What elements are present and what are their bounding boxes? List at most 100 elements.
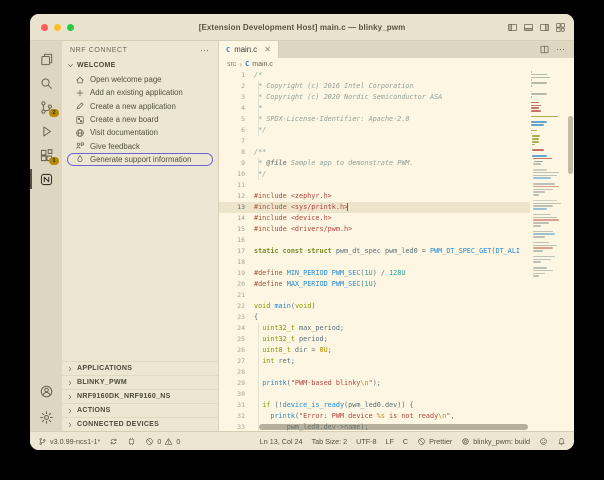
line-number[interactable]: 33 (219, 422, 254, 431)
code-line-content[interactable]: */ (254, 125, 530, 136)
code-line-content[interactable] (254, 389, 530, 400)
activity-item-source-control[interactable]: 2 (30, 95, 62, 119)
breadcrumb-folder[interactable]: src (227, 61, 236, 68)
line-number[interactable]: 2 (219, 81, 254, 92)
line-number[interactable]: 31 (219, 400, 254, 411)
line-number[interactable]: 9 (219, 158, 254, 169)
line-number[interactable]: 6 (219, 125, 254, 136)
line-number[interactable]: 25 (219, 334, 254, 345)
minimize-window-button[interactable] (54, 23, 61, 31)
code-line-content[interactable]: #include <device.h> (254, 213, 530, 224)
activity-item-run-and-debug[interactable] (30, 119, 62, 143)
code-line-content[interactable]: void main(void) (254, 301, 530, 312)
code-line-content[interactable]: uint32_t max_period; (254, 323, 530, 334)
line-number[interactable]: 26 (219, 345, 254, 356)
welcome-item-open-welcome-page[interactable]: Open welcome page (62, 73, 218, 86)
status-notifications[interactable] (557, 437, 566, 446)
section-nrf9160dk-nrf9160-ns[interactable]: NRF9160DK_NRF9160_NS (62, 389, 218, 403)
line-number[interactable]: 4 (219, 103, 254, 114)
code-line-content[interactable]: #include <drivers/pwm.h> (254, 224, 530, 235)
code-line-content[interactable]: * SPDX-License-Identifier: Apache-2.0 (254, 114, 530, 125)
split-editor-icon[interactable] (539, 44, 550, 55)
line-number[interactable]: 12 (219, 191, 254, 202)
line-number[interactable]: 1 (219, 70, 254, 81)
code-line-content[interactable]: /** (254, 147, 530, 158)
close-window-button[interactable] (41, 23, 48, 31)
welcome-item-generate-support-information[interactable]: Generate support information (62, 152, 218, 167)
line-number[interactable]: 15 (219, 224, 254, 235)
customize-layout-icon[interactable] (555, 22, 566, 33)
code-line-content[interactable]: if (!device_is_ready(pwm_led0.dev)) { (254, 400, 530, 411)
status-git-branch[interactable]: v3.0.99-ncs1-1* (38, 437, 100, 446)
welcome-section-header[interactable]: WELCOME (62, 59, 218, 72)
line-number[interactable]: 29 (219, 378, 254, 389)
code-line-content[interactable]: #include <zephyr.h> (254, 191, 530, 202)
code-line-content[interactable]: int ret; (254, 356, 530, 367)
code-line-content[interactable]: * Copyright (c) 2016 Intel Corporation (254, 81, 530, 92)
line-number[interactable]: 23 (219, 312, 254, 323)
code-line-content[interactable] (254, 235, 530, 246)
code-line-content[interactable]: #define MIN_PERIOD PWM_SEC(1U) / 128U (254, 268, 530, 279)
line-number[interactable]: 7 (219, 136, 254, 147)
welcome-item-add-an-existing-application[interactable]: Add an existing application (62, 86, 218, 99)
code-line-content[interactable]: uint8_t dir = 0U; (254, 345, 530, 356)
zoom-window-button[interactable] (67, 23, 74, 31)
section-actions[interactable]: ACTIONS (62, 403, 218, 417)
code-editor[interactable]: 1/* 2 * Copyright (c) 2016 Intel Corporat… (219, 70, 574, 431)
status-problems[interactable]: 00 (145, 437, 180, 446)
tab-main-c[interactable]: C main.c ✕ (219, 41, 279, 58)
line-number[interactable]: 22 (219, 301, 254, 312)
sidebar-more-actions-icon[interactable]: ⋯ (200, 45, 210, 56)
breadcrumb-file[interactable]: main.c (252, 61, 273, 68)
code-line-content[interactable]: { (254, 312, 530, 323)
status-feedback[interactable] (539, 437, 548, 446)
line-number[interactable]: 5 (219, 114, 254, 125)
editor-more-actions-icon[interactable]: ⋯ (556, 44, 566, 55)
code-line-content[interactable]: #define MAX_PERIOD PWM_SEC(1U) (254, 279, 530, 290)
code-line-content[interactable]: * (254, 103, 530, 114)
activity-item-explorer[interactable] (30, 47, 62, 71)
code-line-content[interactable] (254, 257, 530, 268)
line-number[interactable]: 20 (219, 279, 254, 290)
section-blinky-pwm[interactable]: BLINKY_PWM (62, 375, 218, 389)
status-build-task[interactable]: blinky_pwm: build (461, 437, 530, 446)
code-line-content[interactable] (254, 290, 530, 301)
status-debug-probe[interactable] (127, 437, 136, 446)
status-indentation[interactable]: Tab Size: 2 (312, 437, 348, 446)
line-number[interactable]: 21 (219, 290, 254, 301)
section-connected-devices[interactable]: CONNECTED DEVICES (62, 417, 218, 431)
toggle-secondary-sidebar-icon[interactable] (539, 22, 550, 33)
line-number[interactable]: 27 (219, 356, 254, 367)
line-number[interactable]: 8 (219, 147, 254, 158)
section-applications[interactable]: APPLICATIONS (62, 361, 218, 375)
welcome-item-give-feedback[interactable]: Give feedback (62, 139, 218, 152)
line-number[interactable]: 24 (219, 323, 254, 334)
line-number[interactable]: 10 (219, 169, 254, 180)
code-line-content[interactable]: * @file Sample app to demonstrate PWM. (254, 158, 530, 169)
line-number[interactable]: 17 (219, 246, 254, 257)
status-sync-changes[interactable] (109, 437, 118, 446)
line-number[interactable]: 3 (219, 92, 254, 103)
activity-item-accounts[interactable] (30, 379, 62, 403)
line-number[interactable]: 28 (219, 367, 254, 378)
vertical-scrollbar[interactable] (568, 116, 573, 174)
status-cursor-position[interactable]: Ln 13, Col 24 (260, 437, 303, 446)
code-line-content[interactable]: /* (254, 70, 530, 81)
code-line-content[interactable]: static const struct pwm_dt_spec pwm_led0… (254, 246, 530, 257)
welcome-item-create-a-new-application[interactable]: Create a new application (62, 100, 218, 113)
activity-item-settings[interactable] (30, 405, 62, 429)
code-line-content[interactable] (254, 136, 530, 147)
toggle-primary-sidebar-icon[interactable] (507, 22, 518, 33)
line-number[interactable]: 30 (219, 389, 254, 400)
toggle-panel-icon[interactable] (523, 22, 534, 33)
code-line-content[interactable]: printk("Error: PWM device %s is not read… (254, 411, 530, 422)
activity-item-search[interactable] (30, 71, 62, 95)
welcome-item-create-a-new-board[interactable]: Create a new board (62, 113, 218, 126)
horizontal-scrollbar[interactable] (259, 424, 528, 430)
code-line-content[interactable] (254, 367, 530, 378)
activity-item-nrf-connect[interactable] (30, 167, 62, 191)
line-number[interactable]: 11 (219, 180, 254, 191)
code-line-content[interactable]: printk("PWM-based blinky\n"); (254, 378, 530, 389)
line-number[interactable]: 14 (219, 213, 254, 224)
close-tab-icon[interactable]: ✕ (264, 45, 271, 54)
